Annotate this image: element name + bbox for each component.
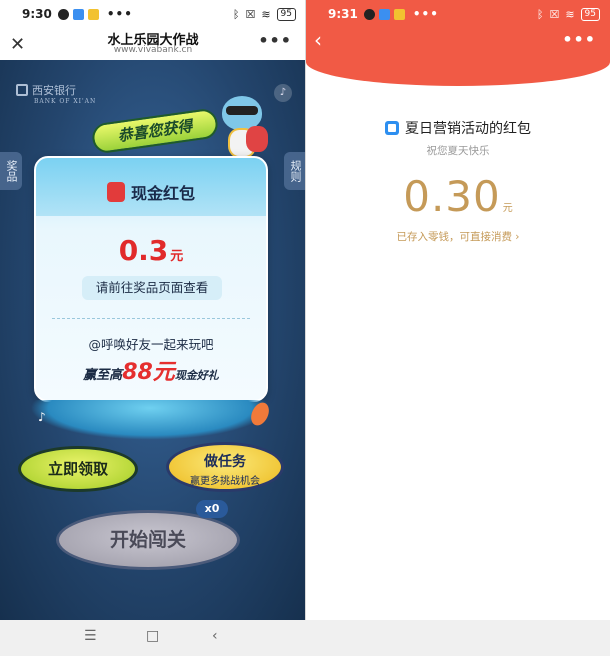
wish-text: 祝您夏天快乐	[426, 145, 490, 157]
wave-decoration	[30, 400, 270, 440]
back-icon[interactable]: ‹	[314, 28, 322, 52]
music-note-icon: ♪	[38, 410, 46, 424]
right-screen: 9:31 ••• ᛒ ☒ ≋ 95 ‹ ••• 夏日营销活动的红包 祝您夏天快乐…	[306, 0, 610, 656]
system-nav-bar: ☰ □ ‹	[0, 620, 610, 656]
home-nav-icon[interactable]: □	[146, 628, 159, 644]
more-notifications-icon: •••	[412, 7, 439, 21]
start-game-button[interactable]: 开始闯关	[56, 510, 240, 570]
prize-card: 现金红包 0.3 元 请前往奖品页面查看 @呼唤好友一起来玩吧 赢至高88元现金好…	[34, 156, 268, 402]
tab-prizes[interactable]: 奖品	[0, 152, 22, 190]
view-prize-hint[interactable]: 请前往奖品页面查看	[82, 276, 222, 300]
sim-icon: ☒	[549, 7, 560, 21]
received-amount: 0.30 元	[403, 172, 513, 221]
status-time: 9:30	[22, 7, 52, 21]
status-right-icons: ᛒ ☒ ≋ 95	[536, 7, 600, 21]
divider	[52, 318, 250, 319]
status-app-icons: •••	[57, 7, 133, 21]
app-icon	[393, 8, 405, 20]
reward-slogan: 赢至高88元现金好礼	[83, 360, 219, 385]
do-task-button[interactable]: 做任务 赢更多挑战机会	[166, 442, 284, 492]
claim-now-button[interactable]: 立即领取	[18, 446, 138, 492]
qq-icon	[363, 8, 375, 20]
red-envelope-icon	[106, 182, 125, 202]
status-app-icons: •••	[363, 7, 439, 21]
bluetooth-icon: ᛒ	[536, 7, 544, 21]
more-notifications-icon: •••	[106, 7, 133, 21]
status-right-icons: ᛒ ☒ ≋ 95	[232, 7, 296, 21]
menu-nav-icon[interactable]: ☰	[84, 628, 97, 644]
prize-amount: 0.3 元	[118, 234, 184, 267]
chance-count-badge: x0	[196, 500, 228, 518]
back-nav-icon[interactable]: ‹	[212, 628, 218, 644]
invite-text: @呼唤好友一起来玩吧	[88, 337, 214, 352]
congrats-banner: 恭喜您获得	[90, 107, 220, 155]
wifi-icon: ≋	[565, 7, 575, 21]
battery-icon: 95	[276, 7, 296, 21]
red-mascot-image	[246, 126, 268, 152]
qq-icon	[57, 8, 69, 20]
deposit-note-link[interactable]: 已存入零钱，可直接消费 ›	[306, 229, 610, 244]
title-bar: ✕ 水上乐园大作战 www.vivabank.cn •••	[0, 28, 306, 60]
bluetooth-icon: ᛒ	[232, 7, 240, 21]
status-bar: 9:31 ••• ᛒ ☒ ≋ 95	[306, 0, 610, 28]
battery-icon: 95	[580, 7, 600, 21]
left-screen: 9:30 ••• ᛒ ☒ ≋ 95 ✕ 水上乐园大作战 www.vivabank…	[0, 0, 306, 656]
app-icon	[378, 8, 390, 20]
wifi-icon: ≋	[261, 7, 271, 21]
app-icon	[87, 8, 99, 20]
sim-icon: ☒	[245, 7, 256, 21]
bank-logo: 西安银行 BANK OF XI'AN	[32, 84, 97, 105]
music-icon[interactable]: ♪	[274, 84, 292, 102]
status-bar: 9:30 ••• ᛒ ☒ ≋ 95	[0, 0, 306, 28]
card-title: 现金红包	[36, 180, 266, 204]
game-area: 西安银行 BANK OF XI'AN ♪ 奖品 规则 恭喜您获得 现金红包 0.…	[0, 60, 306, 620]
app-icon	[72, 8, 84, 20]
tab-rules[interactable]: 规则	[284, 152, 306, 190]
more-menu-icon[interactable]: •••	[562, 30, 596, 49]
status-time: 9:31	[328, 7, 358, 21]
more-menu-icon[interactable]: •••	[258, 31, 292, 50]
activity-name: 夏日营销活动的红包	[306, 118, 610, 138]
activity-logo-icon	[385, 121, 399, 135]
